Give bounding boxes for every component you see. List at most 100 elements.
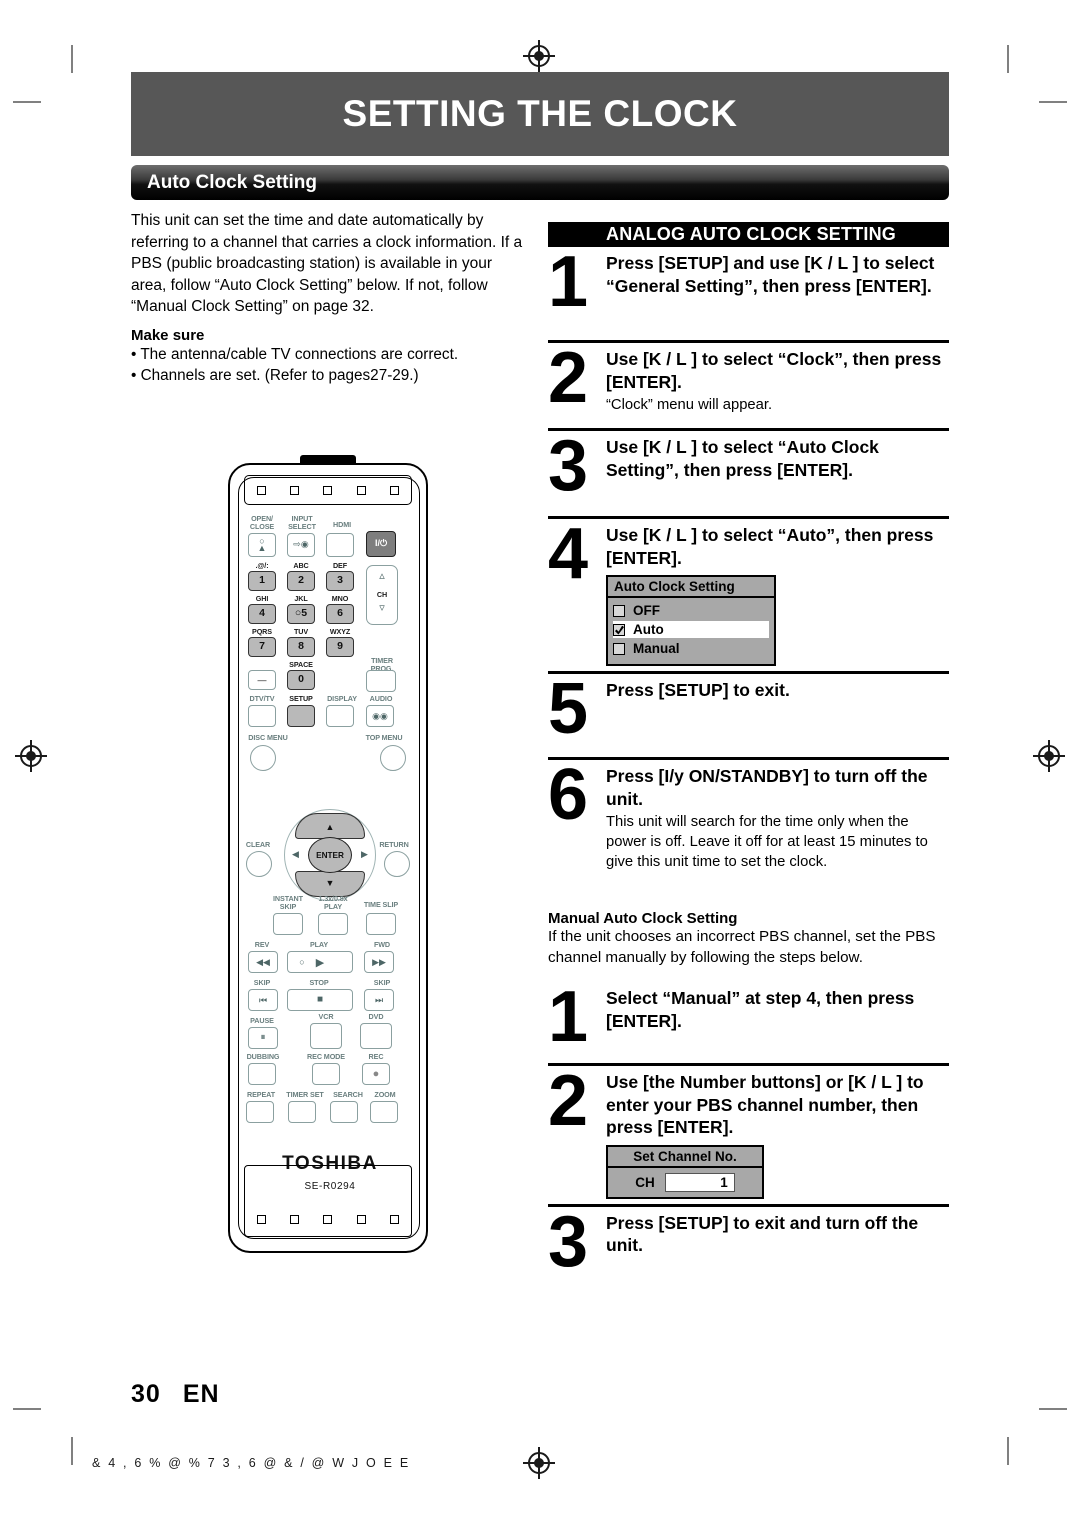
search-label: SEARCH bbox=[333, 1090, 363, 1099]
search-button[interactable] bbox=[330, 1101, 358, 1123]
key-7-button[interactable]: 7 bbox=[248, 637, 276, 657]
audio-label: AUDIO bbox=[369, 694, 393, 703]
checkbox-checked-icon[interactable] bbox=[613, 623, 625, 636]
osd-title: Auto Clock Setting bbox=[608, 577, 774, 598]
osd-option-manual[interactable]: Manual bbox=[613, 640, 769, 657]
play-button[interactable]: ○ ▶ bbox=[287, 951, 353, 973]
key-1-button[interactable]: 1 bbox=[248, 571, 276, 591]
key-2-button[interactable]: 2 bbox=[287, 571, 315, 591]
skip-fwd-button[interactable]: ⏭ bbox=[364, 989, 394, 1011]
return-button[interactable] bbox=[384, 851, 410, 877]
hdmi-button[interactable] bbox=[326, 533, 354, 557]
osd-auto-clock-setting: Auto Clock Setting OFF Auto Manual bbox=[606, 575, 776, 666]
audio-button[interactable]: ◉◉ bbox=[366, 705, 394, 727]
setup-button[interactable] bbox=[287, 705, 315, 727]
rec-label: REC bbox=[368, 1052, 384, 1061]
key4-letters: GHI bbox=[255, 594, 269, 603]
manual-step-3: 3 Press [SETUP] to exit and turn off the… bbox=[548, 1201, 949, 1282]
vcr-button[interactable] bbox=[310, 1023, 342, 1049]
screw-icon bbox=[356, 485, 366, 495]
top-menu-button[interactable] bbox=[380, 745, 406, 771]
rec-button[interactable]: ● bbox=[362, 1063, 390, 1085]
screw-icon bbox=[389, 485, 399, 495]
dvd-button[interactable] bbox=[360, 1023, 392, 1049]
dubbing-button[interactable] bbox=[248, 1063, 276, 1085]
input-select-button[interactable]: ⇨◉ bbox=[287, 533, 315, 557]
timer-prog-button[interactable] bbox=[366, 670, 396, 692]
key-3-button[interactable]: 3 bbox=[326, 571, 354, 591]
step-2: 2 Use [K / L ] to select “Clock”, then p… bbox=[548, 338, 949, 431]
arrow-right-icon[interactable]: ▶ bbox=[361, 849, 368, 860]
instant-skip-button[interactable] bbox=[273, 913, 303, 935]
osd-option-off[interactable]: OFF bbox=[613, 602, 769, 619]
stop-button[interactable]: ■ bbox=[287, 989, 353, 1011]
play-speed-button[interactable] bbox=[318, 913, 348, 935]
bullet-item-2: • Channels are set. (Refer to pages27-29… bbox=[131, 366, 419, 384]
key9-letters: WXYZ bbox=[329, 627, 351, 636]
time-slip-button[interactable] bbox=[366, 913, 396, 935]
fast-forward-icon: ▶▶ bbox=[372, 957, 386, 967]
page-language: EN bbox=[182, 1380, 220, 1408]
play-speed-label: 1.3x/0.8x PLAY bbox=[318, 894, 348, 911]
step-text: Select “Manual” at step 4, then press [E… bbox=[606, 988, 915, 1031]
registration-mark-bottom bbox=[523, 1447, 555, 1479]
step-text: Press [SETUP] to exit and turn off the u… bbox=[606, 1212, 919, 1256]
crop-mark-tr-h bbox=[1039, 101, 1067, 103]
arrow-left-icon[interactable]: ◀ bbox=[292, 849, 299, 860]
skip-back-button[interactable]: ⏮ bbox=[248, 989, 278, 1011]
key-4-button[interactable]: 4 bbox=[248, 604, 276, 624]
step-4: 4 Use [K / L ] to select “Auto”, then pr… bbox=[548, 518, 949, 674]
step-number: 2 bbox=[548, 338, 588, 418]
checkbox-icon[interactable] bbox=[613, 642, 625, 655]
step-number: 2 bbox=[548, 1061, 588, 1141]
dubbing-label: DUBBING bbox=[246, 1052, 280, 1061]
open-close-button[interactable]: ○ ▲ bbox=[248, 533, 276, 557]
power-button[interactable]: I/⏻ bbox=[366, 531, 396, 557]
stop-icon: ■ bbox=[316, 994, 324, 1005]
rec-mode-button[interactable] bbox=[312, 1063, 340, 1085]
key-8-button[interactable]: 8 bbox=[287, 637, 315, 657]
dpad-up-button[interactable]: ▲ bbox=[295, 813, 365, 839]
key-5-button[interactable]: ○5 bbox=[287, 604, 315, 624]
play-label: PLAY bbox=[309, 940, 329, 949]
enter-button[interactable]: ENTER bbox=[308, 837, 352, 873]
screw-icon bbox=[323, 1215, 333, 1224]
timer-set-button[interactable] bbox=[288, 1101, 316, 1123]
section-title: Auto Clock Setting bbox=[147, 171, 317, 193]
fwd-button[interactable]: ▶▶ bbox=[364, 951, 394, 973]
manual-page: SETTING THE CLOCK Auto Clock Setting Thi… bbox=[0, 0, 1080, 1528]
step-number: 5 bbox=[548, 669, 588, 749]
zoom-button[interactable] bbox=[370, 1101, 398, 1123]
dash-button[interactable]: — bbox=[248, 670, 276, 690]
key-0-button[interactable]: 0 bbox=[287, 670, 315, 690]
intro-paragraph: This unit can set the time and date auto… bbox=[131, 212, 523, 315]
clear-label: CLEAR bbox=[245, 840, 271, 849]
step-number: 6 bbox=[548, 755, 588, 835]
repeat-button[interactable] bbox=[246, 1101, 274, 1123]
channel-up-icon[interactable]: ▵ bbox=[366, 569, 398, 582]
key-6-button[interactable]: 6 bbox=[326, 604, 354, 624]
rev-label: REV bbox=[254, 940, 270, 949]
step-number: 3 bbox=[548, 426, 588, 506]
osd-option-auto[interactable]: Auto bbox=[613, 621, 769, 638]
clear-button[interactable] bbox=[246, 851, 272, 877]
key-9-button[interactable]: 9 bbox=[326, 637, 354, 657]
key8-letters: TUV bbox=[293, 627, 309, 636]
pause-button[interactable]: ⏸ bbox=[248, 1027, 278, 1049]
osd-option-label: Auto bbox=[633, 622, 664, 637]
step-1: 1 Press [SETUP] and use [K / L ] to sele… bbox=[548, 246, 949, 343]
display-button[interactable] bbox=[326, 705, 354, 727]
arrow-up-icon: ▲ bbox=[325, 822, 335, 832]
dvd-label: DVD bbox=[368, 1012, 384, 1021]
dtv-tv-button[interactable] bbox=[248, 705, 276, 727]
skip-back-icon: ⏮ bbox=[258, 995, 268, 1005]
osd-set-channel: Set Channel No. CH 1 bbox=[606, 1144, 764, 1199]
osd-option-label: OFF bbox=[633, 603, 660, 618]
checkbox-icon[interactable] bbox=[613, 604, 625, 617]
channel-down-icon[interactable]: ▿ bbox=[366, 601, 398, 614]
disc-menu-button[interactable] bbox=[250, 745, 276, 771]
power-icon: I/⏻ bbox=[374, 538, 388, 548]
osd-option-label: Manual bbox=[633, 641, 680, 656]
channel-number-input[interactable]: 1 bbox=[664, 1172, 735, 1192]
step-number: 3 bbox=[548, 1201, 588, 1282]
